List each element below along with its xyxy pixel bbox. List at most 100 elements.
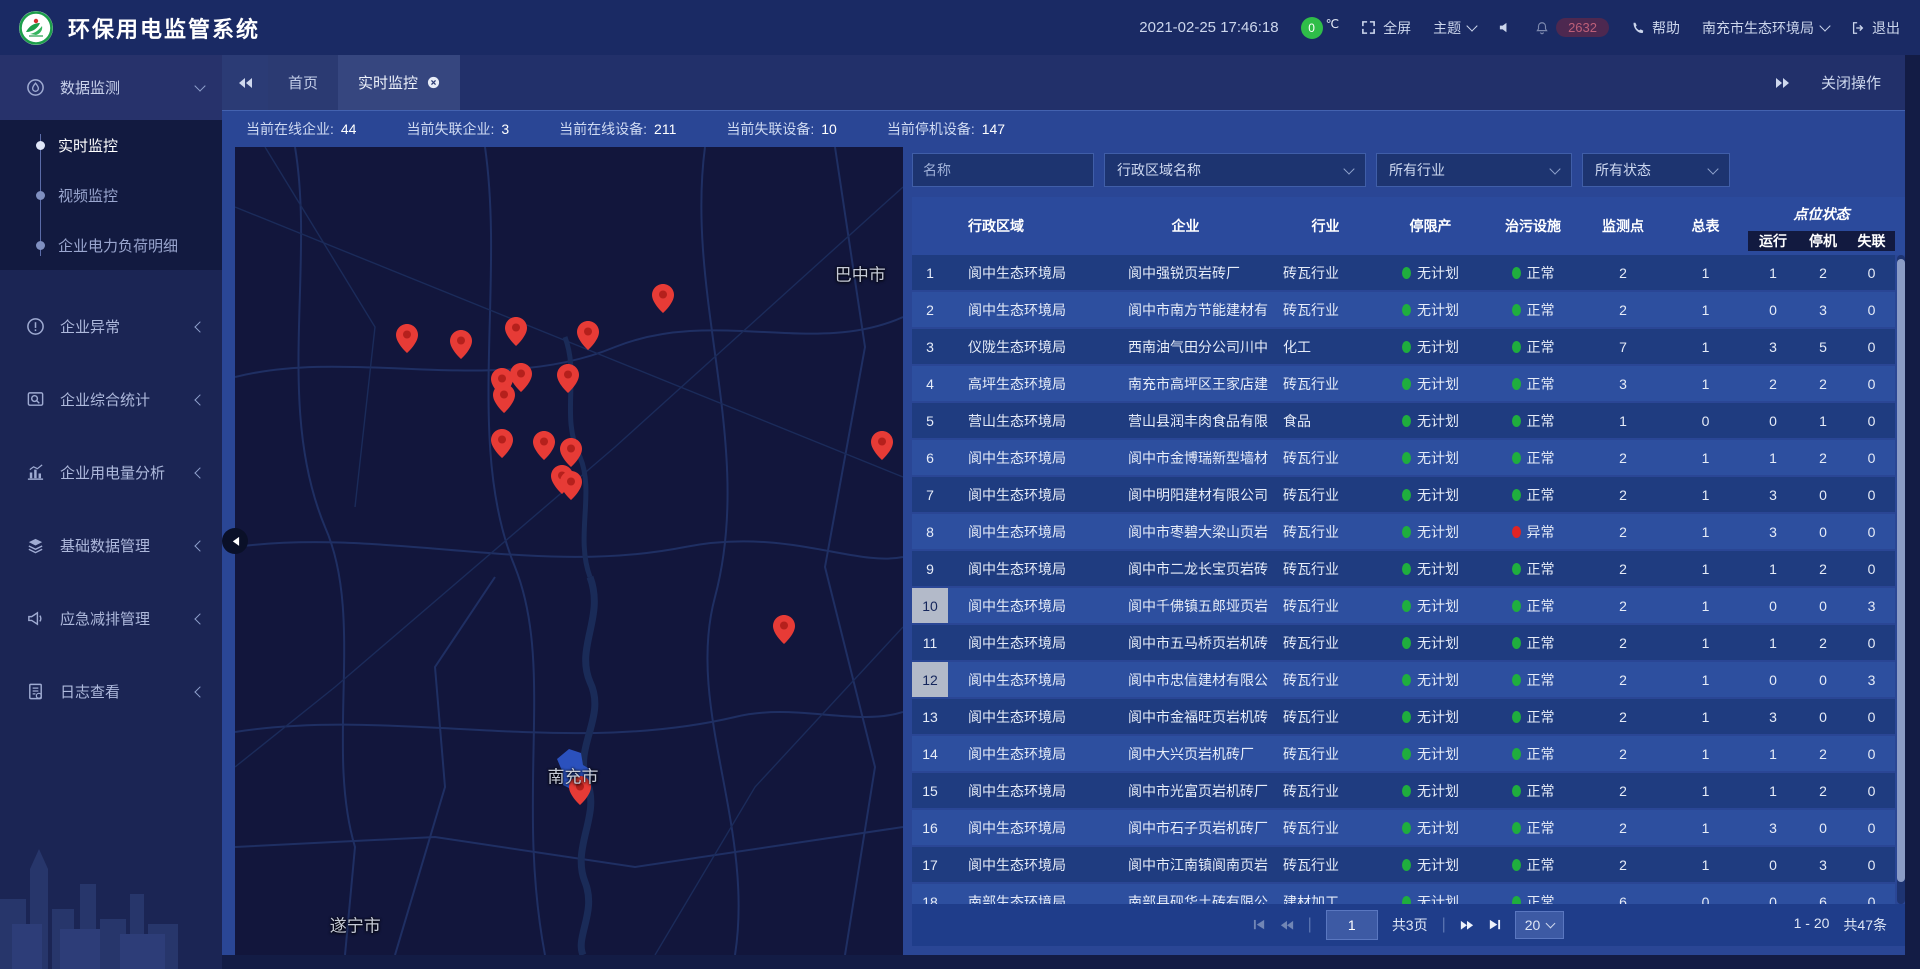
total-pages-label: 共3页 [1392,915,1428,935]
cell-monitor-count: 7 [1583,339,1663,355]
sidebar-item-log-view[interactable]: 日志查看 [0,655,222,728]
cell-stop-count: 2 [1798,746,1848,762]
cell-lost-count: 0 [1848,376,1895,392]
sidebar-item-basic-data[interactable]: 基础数据管理 [0,509,222,582]
theme-dropdown[interactable]: 主题 [1433,18,1476,38]
status-dot-green [1402,859,1411,871]
help-button[interactable]: 帮助 [1631,18,1680,38]
table-row[interactable]: 16阆中生态环境局阆中市石子页岩机砖厂砖瓦行业无计划正常21300 [912,810,1895,845]
logout-button[interactable]: 退出 [1851,18,1900,38]
row-index: 13 [912,699,948,734]
status-dot-green [1402,674,1411,686]
close-tab-button[interactable] [427,76,440,89]
map-pin[interactable] [557,364,579,398]
sidebar-item-emergency-reduction[interactable]: 应急减排管理 [0,582,222,655]
first-page-button[interactable] [1253,919,1266,930]
pin-icon [450,330,472,359]
table-row[interactable]: 13阆中生态环境局阆中市金福旺页岩机砖砖瓦行业无计划正常21300 [912,699,1895,734]
stat-item: 当前失联设备:10 [726,119,836,139]
table-row[interactable]: 2阆中生态环境局阆中市南方节能建材有砖瓦行业无计划正常21030 [912,292,1895,327]
table-row[interactable]: 11阆中生态环境局阆中市五马桥页岩机砖砖瓦行业无计划正常21120 [912,625,1895,660]
table-row[interactable]: 17阆中生态环境局阆中市江南镇阆南页岩砖瓦行业无计划正常21030 [912,847,1895,882]
map-collapse-button[interactable] [222,528,248,554]
help-label: 帮助 [1652,18,1680,38]
industry-filter-dropdown[interactable]: 所有行业 [1376,153,1572,187]
map-pin[interactable] [491,429,513,463]
cell-facility-status: 正常 [1483,707,1583,727]
sidebar-item-enterprise-abnormal[interactable]: 企业异常 [0,290,222,363]
table-row[interactable]: 4高坪生态环境局南充市高坪区王家店建砖瓦行业无计划正常31220 [912,366,1895,401]
map-pin[interactable] [396,324,418,358]
fullscreen-button[interactable]: 全屏 [1361,18,1411,38]
table-row[interactable]: 8阆中生态环境局阆中市枣碧大梁山页岩砖瓦行业无计划异常21300 [912,514,1895,549]
map-pin[interactable] [773,615,795,649]
cell-total-meter: 1 [1663,487,1748,503]
prev-page-button[interactable] [1280,920,1294,931]
cell-run-count: 3 [1748,524,1798,540]
table-row[interactable]: 12阆中生态环境局阆中市忠信建材有限公砖瓦行业无计划正常21003 [912,662,1895,697]
cell-industry: 食品 [1273,411,1378,431]
tab-realtime[interactable]: 实时监控 [338,55,460,110]
table-row[interactable]: 5营山生态环境局营山县润丰肉食品有限食品无计划正常10010 [912,403,1895,438]
table-header: 行政区域 企业 行业 停限产 治污设施 监测点 总表 点位状态 运行 停机 失联 [912,197,1905,255]
table-row[interactable]: 15阆中生态环境局阆中市光富页岩机砖厂砖瓦行业无计划正常21120 [912,773,1895,808]
cell-production-status: 无计划 [1378,633,1483,653]
cell-total-meter: 0 [1663,894,1748,905]
cell-lost-count: 0 [1848,265,1895,281]
cell-stop-count: 3 [1798,857,1848,873]
table-row[interactable]: 1阆中生态环境局阆中强锐页岩砖厂砖瓦行业无计划正常21120 [912,255,1895,290]
sidebar-item-label: 日志查看 [60,681,120,702]
map-panel[interactable]: 巴中市南充市遂宁市 [235,147,903,955]
tab-home[interactable]: 首页 [268,55,338,110]
sidebar-item-realtime-monitor[interactable]: 实时监控 [0,120,222,170]
table-scrollbar[interactable] [1897,255,1905,904]
sidebar-item-data-monitoring[interactable]: 数据监测 [0,55,222,120]
map-pin[interactable] [652,284,674,318]
map-pin[interactable] [505,317,527,351]
page-size-select[interactable]: 20 [1515,911,1565,939]
map-pin[interactable] [577,321,599,355]
cell-facility-status: 正常 [1483,337,1583,357]
row-index: 2 [912,292,948,327]
table-row[interactable]: 14阆中生态环境局阆中大兴页岩机砖厂砖瓦行业无计划正常21120 [912,736,1895,771]
skyline-decoration [0,829,222,969]
next-page-button[interactable] [1460,920,1474,931]
last-page-button[interactable] [1488,919,1501,930]
scrollbar-thumb[interactable] [1897,259,1905,882]
sidebar-item-label: 企业异常 [60,316,120,337]
cell-lost-count: 3 [1848,672,1895,688]
status-dot-green [1512,711,1521,723]
region-filter-dropdown[interactable]: 行政区域名称 [1104,153,1366,187]
mute-button[interactable] [1498,20,1513,35]
sidebar-item-power-analysis[interactable]: 企业用电量分析 [0,436,222,509]
cell-lost-count: 0 [1848,524,1895,540]
cell-production-status: 无计划 [1378,300,1483,320]
name-search-input[interactable] [912,153,1094,187]
sidebar-item-power-load-detail[interactable]: 企业电力负荷明细 [0,220,222,270]
notification-bell[interactable]: 2632 [1535,18,1609,37]
table-row[interactable]: 9阆中生态环境局阆中市二龙长宝页岩砖砖瓦行业无计划正常21120 [912,551,1895,586]
table-row[interactable]: 3仪陇生态环境局西南油气田分公司川中化工无计划正常71350 [912,329,1895,364]
map-pin[interactable] [450,330,472,364]
pin-icon [491,429,513,458]
cell-region: 南部生态环境局 [948,892,1098,905]
table-row[interactable]: 18南部生态环境局南部县砚华土砖有限公建材加工无计划正常60060 [912,884,1895,904]
org-dropdown[interactable]: 南充市生态环境局 [1702,18,1829,38]
tabs-scroll-right-button[interactable] [1775,77,1791,89]
close-operations-button[interactable]: 关闭操作 [1821,72,1881,93]
cell-region: 阆中生态环境局 [948,818,1098,838]
table-row[interactable]: 10阆中生态环境局阆中千佛镇五郎垭页岩砖瓦行业无计划正常21003 [912,588,1895,623]
sidebar-item-video-monitor[interactable]: 视频监控 [0,170,222,220]
table-row[interactable]: 6阆中生态环境局阆中市金博瑞新型墙材砖瓦行业无计划正常21120 [912,440,1895,475]
map-pin[interactable] [560,471,582,505]
cell-run-count: 3 [1748,820,1798,836]
sidebar-item-enterprise-statistics[interactable]: 企业综合统计 [0,363,222,436]
table-row[interactable]: 7阆中生态环境局阆中明阳建材有限公司砖瓦行业无计划正常21300 [912,477,1895,512]
status-filter-dropdown[interactable]: 所有状态 [1582,153,1730,187]
map-pin[interactable] [871,431,893,465]
tabs-scroll-left-button[interactable] [222,55,268,110]
map-pin[interactable] [493,384,515,418]
page-number-input[interactable] [1326,910,1378,940]
cell-region: 阆中生态环境局 [948,522,1098,542]
map-pin[interactable] [533,431,555,465]
